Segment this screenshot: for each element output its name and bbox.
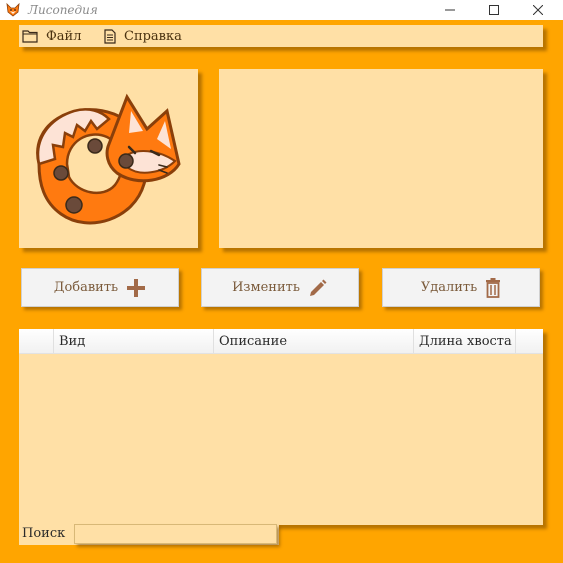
plus-icon	[127, 278, 146, 297]
menu-file-label: Файл	[46, 28, 82, 44]
search-label: Поиск	[22, 526, 66, 541]
menu-help[interactable]: Справка	[104, 27, 182, 45]
description-panel	[219, 69, 543, 248]
add-button[interactable]: Добавить	[21, 268, 179, 307]
fox-image-panel	[19, 69, 198, 248]
title-bar: Лисопедия	[0, 0, 563, 20]
main-window: Файл Справка Добавить Изменить Удалить В…	[0, 20, 563, 563]
minimize-button[interactable]	[428, 0, 472, 20]
menu-help-label: Справка	[124, 28, 182, 44]
table-header: Вид Описание Длина хвоста	[19, 329, 543, 354]
maximize-button[interactable]	[472, 0, 516, 20]
edit-button[interactable]: Изменить	[201, 268, 359, 307]
table-corner-cell[interactable]	[19, 329, 54, 353]
delete-button-label: Удалить	[420, 280, 478, 295]
column-header-tail-length[interactable]: Длина хвоста	[414, 329, 516, 353]
add-button-label: Добавить	[53, 280, 119, 295]
pencil-icon	[309, 279, 327, 296]
search-input[interactable]	[74, 524, 277, 544]
minimize-icon	[445, 9, 455, 11]
column-header-species[interactable]: Вид	[54, 329, 214, 353]
fox-app-icon	[5, 2, 21, 18]
close-button[interactable]	[516, 0, 560, 20]
maximize-icon	[489, 5, 499, 15]
menu-file[interactable]: Файл	[22, 27, 81, 45]
trash-icon	[486, 277, 501, 298]
column-header-description[interactable]: Описание	[214, 329, 414, 353]
edit-button-label: Изменить	[232, 280, 300, 295]
fox-illustration	[36, 93, 181, 225]
folder-icon	[22, 30, 38, 43]
menu-bar: Файл Справка	[19, 25, 543, 47]
species-table[interactable]: Вид Описание Длина хвоста	[19, 329, 543, 525]
document-icon	[104, 28, 116, 44]
window-title: Лисопедия	[28, 3, 98, 17]
close-icon	[533, 5, 543, 15]
delete-button[interactable]: Удалить	[382, 268, 540, 307]
